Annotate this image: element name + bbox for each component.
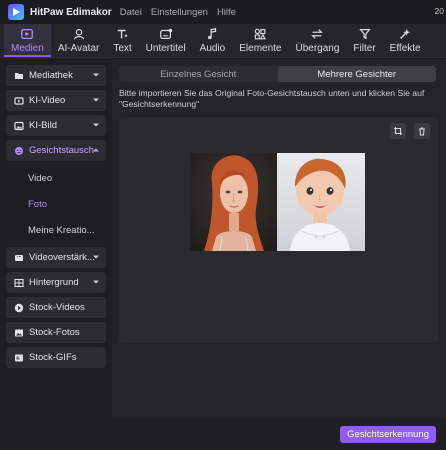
face-mode-tabs: Einzelnes Gesicht Mehrere Gesichter (119, 66, 436, 82)
tab-ai-avatar[interactable]: AI-Avatar (51, 24, 107, 57)
tab-label: Filter (353, 43, 376, 54)
tab-effekte[interactable]: Effekte (383, 24, 428, 57)
enhance-icon (14, 253, 24, 263)
tab-filter[interactable]: Filter (346, 24, 382, 57)
tab-label: Untertitel (145, 43, 186, 54)
photo-drop-area[interactable] (119, 117, 438, 343)
menu-hilfe[interactable]: Hilfe (217, 7, 236, 18)
tab-einzelnes-gesicht[interactable]: Einzelnes Gesicht (119, 66, 278, 82)
tab-label: Text (113, 43, 132, 54)
tab-mehrere-gesichter[interactable]: Mehrere Gesichter (277, 66, 436, 82)
title-bar: HitPaw Edimakor Datei Einstellungen Hilf… (0, 0, 446, 24)
sidebar-item-stock-gifs[interactable]: Stock-GIFs (6, 347, 106, 368)
tab-uebergang[interactable]: Übergang (289, 24, 347, 57)
ai-image-icon (14, 121, 24, 131)
instruction-text: Bitte importieren Sie das Original Foto-… (119, 88, 425, 109)
sidebar-item-label: Hintergrund (29, 277, 79, 288)
tab-label: AI-Avatar (57, 43, 100, 54)
ai-video-icon (14, 96, 24, 106)
photo-icon (14, 328, 24, 338)
sidebar-item-label: KI-Video (29, 95, 66, 106)
sidebar-item-ki-video[interactable]: KI-Video (6, 90, 106, 111)
sidebar-item-gesichtstausch[interactable]: Gesichtstausch (6, 140, 106, 161)
tab-text[interactable]: Text (106, 24, 138, 57)
chevron-down-icon (93, 98, 99, 102)
main-toolbar: Medien AI-Avatar Text Untertitel Audio E… (0, 24, 446, 58)
play-icon (14, 303, 24, 313)
title-right-text: 20 (434, 6, 444, 16)
face-detection-button[interactable]: Gesichtserkennung (340, 426, 436, 443)
trash-icon (419, 127, 425, 136)
filter-icon (358, 29, 371, 40)
menu-einstellungen[interactable]: Einstellungen (151, 7, 208, 18)
menu-datei[interactable]: Datei (120, 7, 142, 18)
folder-icon (14, 71, 24, 81)
app-logo-icon (8, 4, 24, 20)
chevron-down-icon (93, 123, 99, 127)
face-photo-image (190, 153, 365, 251)
sidebar-item-label: KI-Bild (29, 120, 57, 131)
crop-icon (394, 127, 402, 135)
sidebar-subitem-video[interactable]: Video (6, 165, 106, 191)
face-swap-icon (14, 146, 24, 156)
chevron-down-icon (93, 73, 99, 77)
sidebar-item-label: Stock-Videos (29, 302, 85, 313)
sidebar-item-label: Stock-GIFs (29, 352, 77, 363)
tab-label: Übergang (295, 43, 340, 54)
delete-button[interactable] (414, 123, 430, 139)
crop-button[interactable] (390, 123, 406, 139)
music-note-icon (208, 28, 217, 40)
chevron-down-icon (93, 255, 99, 259)
avatar-icon (73, 29, 84, 40)
sidebar-item-hintergrund[interactable]: Hintergrund (6, 272, 106, 293)
sidebar-item-stock-videos[interactable]: Stock-Videos (6, 297, 106, 318)
sidebar-subitem-foto[interactable]: Foto (6, 191, 106, 217)
face-swap-panel: Einzelnes Gesicht Mehrere Gesichter Bitt… (112, 59, 446, 450)
tab-label: Elemente (239, 43, 282, 54)
tab-label: Effekte (389, 43, 421, 54)
gif-icon (14, 353, 24, 363)
text-icon (118, 29, 128, 39)
subtitle-icon (159, 28, 172, 39)
media-icon (21, 28, 34, 40)
tab-elemente[interactable]: Elemente (232, 24, 288, 57)
face-swap-photo (190, 153, 365, 251)
panel-footer: Gesichtserkennung (112, 419, 446, 450)
tab-untertitel[interactable]: Untertitel (139, 24, 193, 57)
sidebar-item-label: Stock-Fotos (29, 327, 80, 338)
sidebar-item-label: Videoverstärk... (29, 252, 95, 263)
chevron-up-icon (93, 148, 99, 152)
elements-icon (255, 28, 267, 40)
sidebar-subitem-meine-kreationen[interactable]: Meine Kreatio... (6, 217, 106, 243)
chevron-down-icon (93, 280, 99, 284)
tab-label: Audio (199, 43, 226, 54)
effects-icon (400, 28, 411, 39)
tab-medien[interactable]: Medien (4, 24, 51, 57)
sidebar-item-label: Gesichtstausch (29, 145, 94, 156)
sidebar-item-mediathek[interactable]: Mediathek (6, 65, 106, 86)
transition-icon (311, 29, 324, 39)
tab-label: Medien (11, 43, 44, 54)
background-icon (14, 278, 24, 288)
sidebar-item-ki-bild[interactable]: KI-Bild (6, 115, 106, 136)
app-title: HitPaw Edimakor (30, 6, 112, 18)
sidebar-item-label: Mediathek (29, 70, 73, 81)
sidebar-item-videoverstaerker[interactable]: Videoverstärk... (6, 247, 106, 268)
sidebar: Mediathek KI-Video KI-Bild Gesichtstausc… (0, 59, 112, 450)
tab-audio[interactable]: Audio (193, 24, 233, 57)
sidebar-item-stock-fotos[interactable]: Stock-Fotos (6, 322, 106, 343)
